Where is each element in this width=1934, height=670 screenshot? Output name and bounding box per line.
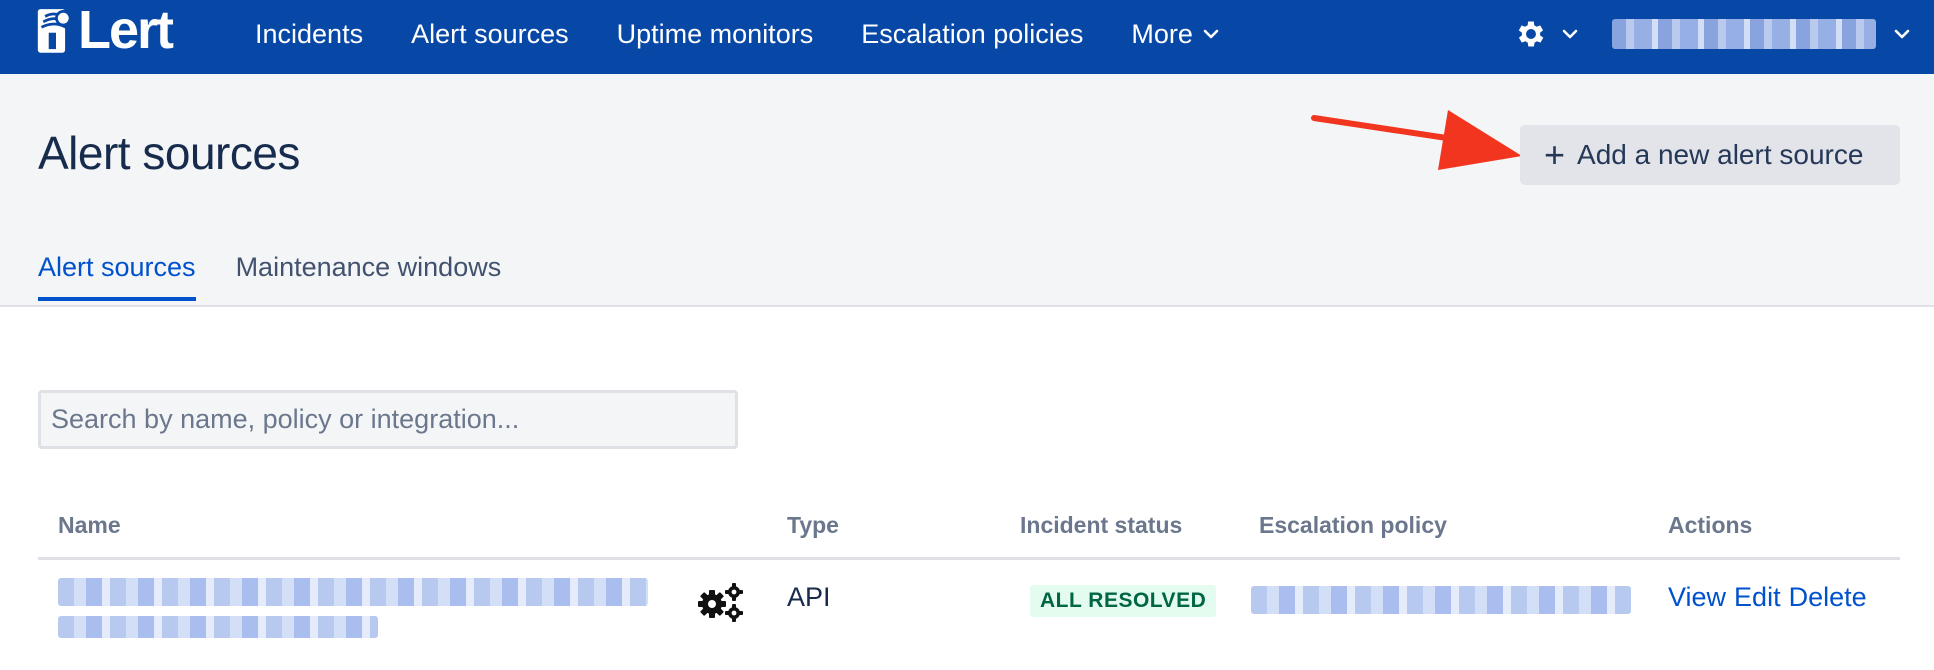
view-link[interactable]: View xyxy=(1668,582,1726,613)
column-header-escalation-policy[interactable]: Escalation policy xyxy=(1259,512,1447,539)
table-row: API ALL RESOLVED View Edit Delete xyxy=(38,560,1900,670)
alert-sources-table: Name Type Incident status Escalation pol… xyxy=(38,500,1900,670)
column-header-incident-status[interactable]: Incident status xyxy=(1020,512,1182,539)
table-header: Name Type Incident status Escalation pol… xyxy=(38,500,1900,560)
add-alert-source-button[interactable]: + Add a new alert source xyxy=(1520,125,1900,185)
logo-text: Lert xyxy=(78,0,174,60)
alert-source-type: API xyxy=(787,582,831,612)
chevron-down-icon xyxy=(1894,28,1910,40)
column-header-name[interactable]: Name xyxy=(58,512,121,539)
redacted-alert-source-name[interactable] xyxy=(58,578,648,606)
nav-item-label: Incidents xyxy=(255,18,364,49)
nav-right xyxy=(1514,0,1910,68)
gear-icon xyxy=(1518,21,1544,47)
nav-item-uptime-monitors[interactable]: Uptime monitors xyxy=(617,19,814,50)
tabs: Alert sources Maintenance windows xyxy=(38,252,541,301)
ilert-logo-mark-icon xyxy=(37,9,72,53)
chevron-down-icon xyxy=(1203,28,1219,40)
add-alert-source-label: Add a new alert source xyxy=(1577,139,1864,170)
annotation-arrow-icon xyxy=(1311,110,1522,170)
column-header-actions: Actions xyxy=(1668,512,1753,538)
nav-item-label: Escalation policies xyxy=(861,18,1084,49)
page-title: Alert sources xyxy=(38,127,300,179)
ilert-logo[interactable]: Lert xyxy=(36,0,174,60)
status-badge: ALL RESOLVED xyxy=(1030,585,1217,617)
delete-link[interactable]: Delete xyxy=(1789,582,1867,613)
plus-icon: + xyxy=(1544,134,1566,175)
chevron-down-icon xyxy=(1562,28,1578,40)
nav-item-label: Uptime monitors xyxy=(616,18,814,49)
nav-item-incidents[interactable]: Incidents xyxy=(255,19,363,50)
search-input[interactable] xyxy=(38,390,738,449)
tab-alert-sources[interactable]: Alert sources xyxy=(38,252,196,301)
settings-menu-button[interactable] xyxy=(1514,17,1578,51)
main-nav: Incidents Alert sources Uptime monitors … xyxy=(255,0,1267,68)
tab-maintenance-windows[interactable]: Maintenance windows xyxy=(236,252,502,301)
user-menu-button[interactable] xyxy=(1612,19,1910,49)
nav-item-escalation-policies[interactable]: Escalation policies xyxy=(861,19,1083,50)
page-header: Alert sources + Add a new alert source A… xyxy=(0,74,1934,307)
nav-item-label: More xyxy=(1131,18,1193,49)
edit-link[interactable]: Edit xyxy=(1734,582,1781,613)
gears-icon xyxy=(698,583,743,622)
nav-item-more[interactable]: More xyxy=(1131,19,1219,50)
redacted-alert-source-name-line2 xyxy=(58,616,378,638)
redacted-escalation-policy[interactable] xyxy=(1251,586,1631,614)
column-header-type[interactable]: Type xyxy=(787,512,839,539)
redacted-user-name xyxy=(1612,19,1876,49)
nav-item-alert-sources[interactable]: Alert sources xyxy=(411,19,569,50)
top-nav: Lert Incidents Alert sources Uptime moni… xyxy=(0,0,1934,74)
nav-item-label: Alert sources xyxy=(411,18,569,49)
row-actions: View Edit Delete xyxy=(1668,582,1867,613)
